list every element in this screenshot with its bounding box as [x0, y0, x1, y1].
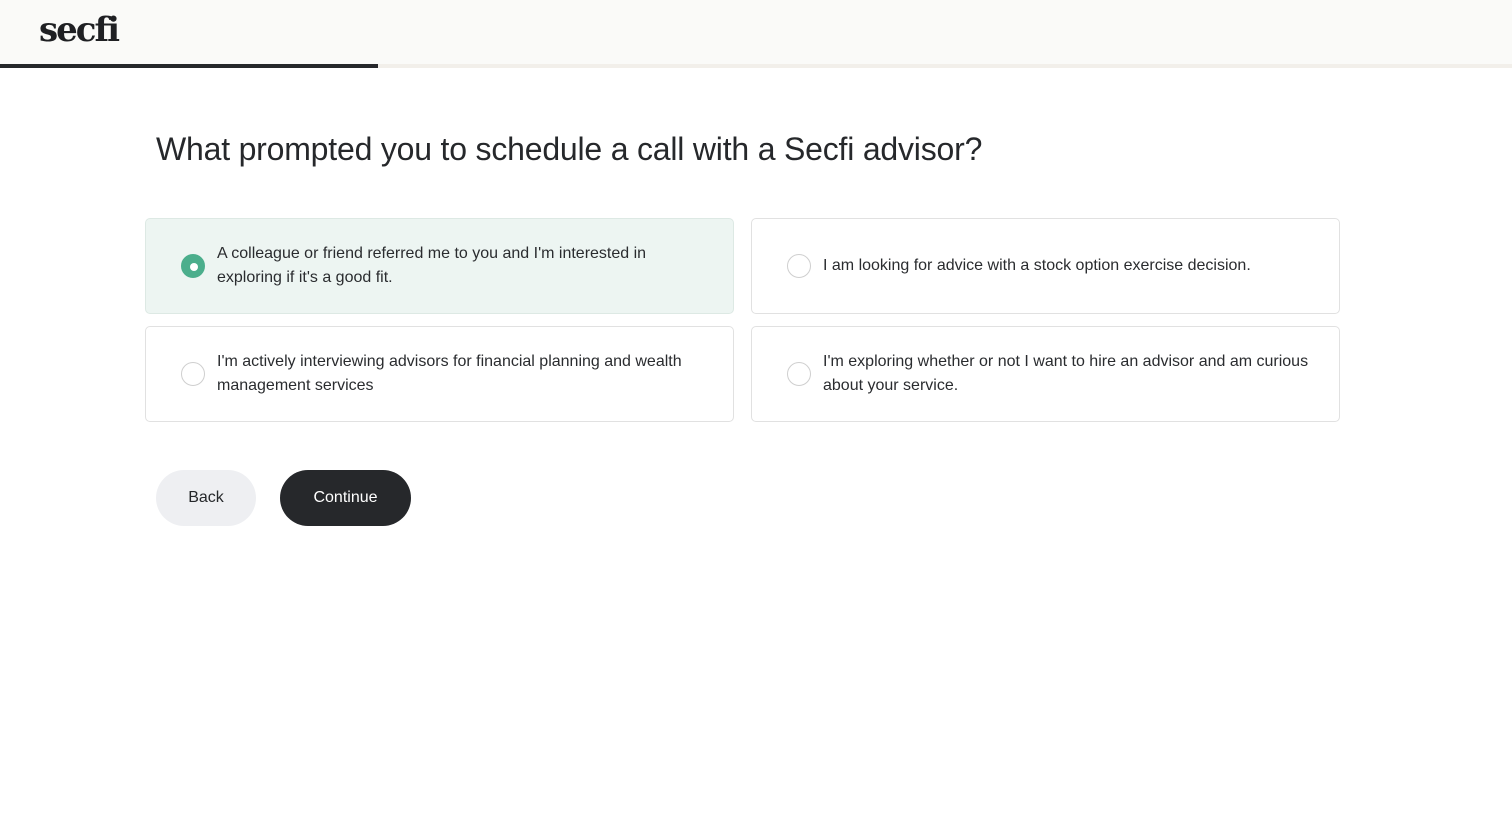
option-label: A colleague or friend referred me to you… — [217, 245, 647, 286]
secfi-logo[interactable]: secfi — [39, 8, 120, 52]
progress-bar-fill — [0, 64, 378, 68]
answer-options: A colleague or friend referred me to you… — [145, 218, 1340, 422]
option-interviewing-advisors[interactable]: I'm actively interviewing advisors for f… — [145, 326, 734, 422]
radio-button[interactable] — [787, 254, 811, 278]
radio-button[interactable] — [787, 362, 811, 386]
option-stock-option-advice[interactable]: I am looking for advice with a stock opt… — [751, 218, 1340, 314]
option-label: I am looking for advice with a stock opt… — [823, 257, 1251, 274]
top-header: secfi — [0, 0, 1512, 64]
back-button[interactable]: Back — [156, 470, 256, 526]
radio-button[interactable] — [181, 254, 205, 278]
option-exploring-hiring[interactable]: I'm exploring whether or not I want to h… — [751, 326, 1340, 422]
option-label: I'm actively interviewing advisors for f… — [217, 353, 682, 394]
option-referred[interactable]: A colleague or friend referred me to you… — [145, 218, 734, 314]
radio-button[interactable] — [181, 362, 205, 386]
continue-button[interactable]: Continue — [280, 470, 411, 526]
option-label: I'm exploring whether or not I want to h… — [823, 353, 1309, 394]
question-title: What prompted you to schedule a call wit… — [156, 131, 983, 167]
navigation-buttons: Back Continue — [156, 470, 411, 526]
progress-bar — [0, 64, 1512, 68]
